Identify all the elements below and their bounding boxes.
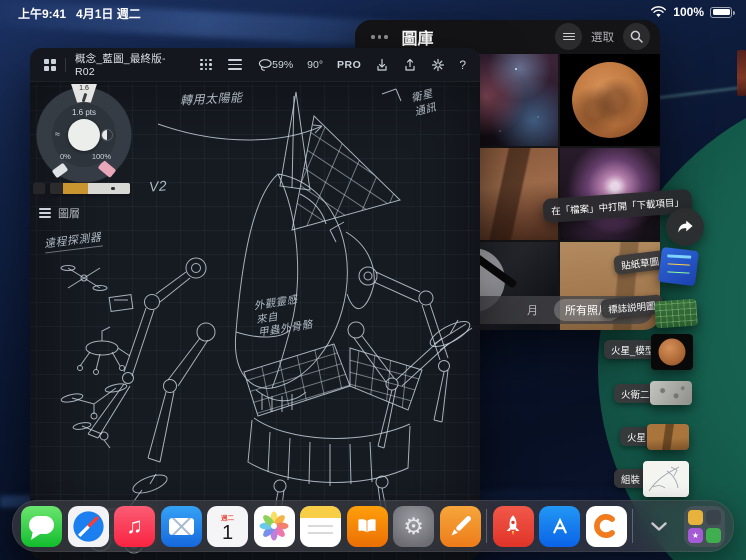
app-store-a-icon	[552, 517, 567, 534]
tool-wheel[interactable]: 1.6 1.6 pts ≈ 0% 100%	[36, 84, 132, 183]
drag-thumb-gray-moon-rock[interactable]	[650, 381, 692, 405]
status-bar: 上午9:41 4月1日 週二 100%	[0, 0, 746, 24]
drag-thumb-assembly-sketch[interactable]	[643, 461, 689, 497]
color-marker-dot	[111, 186, 115, 190]
annotation-solar: 轉用太陽能	[179, 90, 243, 108]
dock-app-rocket[interactable]	[492, 505, 534, 547]
concepts-toolbar: 概念_藍圖_最終版-R02 59% 90° PRO ?	[30, 48, 480, 82]
stroke-size-label: 1.6 pts	[71, 108, 96, 117]
dock-app-calendar[interactable]: 週二 1	[207, 505, 248, 547]
color-segment-light[interactable]	[88, 183, 130, 194]
stroke-lines-icon[interactable]	[227, 57, 242, 72]
drag-thumb-mars-sphere[interactable]	[651, 334, 693, 370]
gear-icon: ⚙	[403, 512, 424, 539]
dock-app-app-store[interactable]	[539, 505, 580, 547]
orange-c-icon	[594, 514, 615, 538]
dock: ♫ 週二 1 ⚙ ★	[12, 500, 734, 552]
dock-app-library[interactable]: ★	[684, 505, 725, 547]
annotation-inspiration: 外觀靈感 來自 甲蟲外骨骼	[253, 293, 314, 340]
battery-percent: 100%	[673, 5, 704, 19]
search-icon	[630, 30, 643, 43]
search-button[interactable]	[623, 23, 650, 50]
dock-app-books[interactable]	[346, 505, 388, 547]
document-title[interactable]: 概念_藍圖_最終版-R02	[75, 51, 182, 78]
chevron-down-icon	[650, 521, 667, 531]
select-button[interactable]: 選取	[591, 29, 614, 45]
wifi-icon	[651, 6, 667, 17]
dock-divider	[486, 509, 487, 543]
dock-app-music[interactable]: ♫	[114, 505, 155, 547]
calendar-weekday: 週二	[221, 514, 234, 522]
dock-divider	[632, 509, 633, 543]
annotation-version: V2	[148, 177, 168, 195]
lasso-icon[interactable]	[258, 58, 273, 72]
wheel-center-knob[interactable]	[68, 119, 100, 151]
lines-icon	[562, 31, 575, 42]
drag-thumb-blue-sticker-sheet[interactable]	[658, 246, 699, 287]
export-icon[interactable]	[403, 58, 417, 72]
calendar-day: 1	[221, 521, 234, 544]
drag-thumb-mars-landscape[interactable]	[647, 424, 689, 450]
dock-app-settings[interactable]: ⚙	[393, 505, 434, 547]
dock-app-pen[interactable]	[439, 505, 481, 547]
dock-app-mail[interactable]	[160, 505, 202, 547]
dock-app-notes[interactable]	[300, 505, 341, 547]
status-date: 4月1日 週二	[76, 7, 141, 21]
rotation-value[interactable]: 90°	[307, 59, 323, 71]
help-button[interactable]: ?	[459, 58, 466, 72]
assembly-sketch-lines	[648, 466, 680, 492]
share-forward-button[interactable]	[666, 208, 704, 246]
layers-button[interactable]: 圖層	[39, 205, 80, 221]
gallery-grid-icon[interactable]	[44, 58, 56, 71]
open-book-icon	[358, 519, 376, 533]
forward-arrow-icon	[678, 220, 693, 233]
pen-nib-icon	[81, 92, 87, 103]
view-options-button[interactable]	[555, 23, 582, 50]
tool-wheel-disc[interactable]: 1.6 pts ≈ 0% 100%	[51, 102, 117, 168]
opacity-max-label: 100%	[91, 152, 111, 161]
opacity-min-label: 0%	[60, 152, 71, 161]
toolbar-divider	[65, 57, 66, 72]
battery-icon	[710, 6, 735, 18]
window-controls-icon[interactable]	[371, 35, 388, 39]
photos-flower-icon	[259, 511, 289, 541]
pen-icon	[451, 515, 471, 535]
chevron-down-button[interactable]	[639, 506, 679, 547]
smoothing-icon: ≈	[55, 129, 60, 139]
contrast-icon	[102, 130, 112, 140]
tab-month[interactable]: 月	[527, 302, 538, 318]
color-bar[interactable]	[50, 183, 130, 194]
zoom-level[interactable]: 59%	[272, 59, 293, 71]
layers-icon	[39, 206, 51, 219]
color-segment-dark[interactable]	[50, 183, 63, 194]
envelope-icon	[168, 517, 194, 535]
photo-mars-planet[interactable]	[559, 54, 660, 146]
precision-grid-icon[interactable]	[200, 58, 212, 71]
import-icon[interactable]	[375, 58, 389, 72]
dock-app-safari[interactable]	[67, 505, 109, 547]
dock-app-concepts[interactable]	[585, 505, 627, 547]
music-note-icon: ♫	[126, 513, 143, 538]
safari-compass-icon	[72, 510, 104, 542]
status-time: 上午9:41	[18, 7, 67, 21]
color-swatch[interactable]	[33, 183, 45, 194]
wallpaper-red-accent	[737, 50, 746, 96]
pro-badge[interactable]: PRO	[337, 59, 361, 71]
photos-app-title: 圖庫	[401, 31, 434, 48]
drag-thumb-green-circuit-board[interactable]	[654, 298, 698, 329]
color-segment-gold[interactable]	[63, 183, 88, 194]
dock-app-messages[interactable]	[21, 505, 62, 547]
concepts-window: 轉用太陽能 衛星 通訊 V2 遠程探測器 外觀靈感 來自 甲蟲外骨骼 概念_藍圖…	[30, 48, 480, 560]
ipad-screen: 圖庫 選取 月 所有照片 在「檔案」中打開「下載項目」 貼紙草圖 標誌説明圖 火…	[0, 0, 746, 560]
layers-label: 圖層	[58, 208, 80, 220]
rocket-icon	[506, 515, 520, 536]
settings-gear-icon[interactable]	[431, 58, 445, 72]
dock-app-photos[interactable]	[253, 505, 295, 547]
